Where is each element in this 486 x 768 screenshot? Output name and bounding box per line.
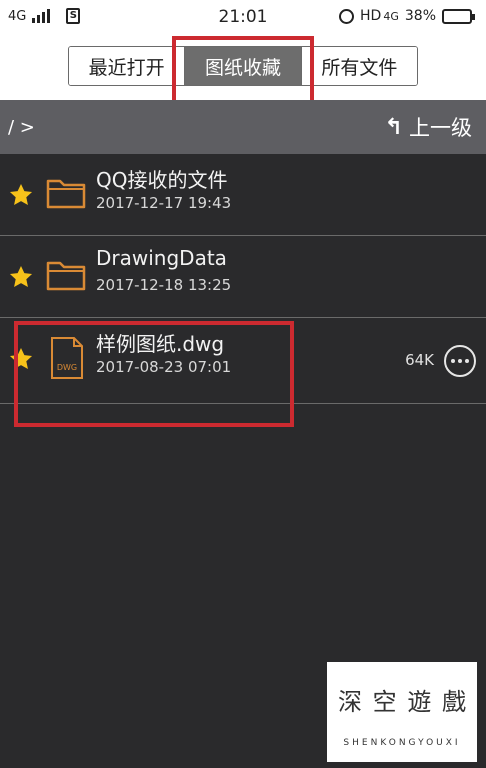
file-date: 2017-12-18 13:25 xyxy=(96,276,232,294)
highlight-box-file xyxy=(14,321,294,427)
up-level-label: 上一级 xyxy=(409,116,472,140)
more-dot xyxy=(451,358,455,363)
alarm-icon xyxy=(339,8,355,24)
more-dot xyxy=(458,358,462,363)
watermark-char: 遊 xyxy=(407,687,432,716)
watermark-logo: 深 空 遊 戲 SHENKONGYOUXI xyxy=(327,662,477,762)
tab-all-files[interactable]: 所有文件 xyxy=(300,47,417,85)
file-name: QQ接收的文件 xyxy=(96,168,228,192)
watermark-chars: 深 空 遊 戲 xyxy=(335,672,469,726)
star-icon[interactable] xyxy=(8,182,34,208)
list-item[interactable]: DrawingData 2017-12-18 13:25 xyxy=(0,236,486,318)
tab-recent[interactable]: 最近打开 xyxy=(69,47,185,85)
hd-indicator: HD xyxy=(360,8,382,24)
path-bar: / > ↰ 上一级 xyxy=(0,100,486,154)
status-bar: 4G S 21:01 HD 4G 38% xyxy=(0,0,486,34)
watermark-char: 戲 xyxy=(441,687,466,716)
folder-icon xyxy=(46,179,86,209)
file-date: 2017-12-17 19:43 xyxy=(96,194,232,212)
watermark-char: 空 xyxy=(372,687,397,716)
file-name: DrawingData xyxy=(96,246,227,270)
battery-percent: 38% xyxy=(404,8,436,24)
folder-icon xyxy=(46,261,86,291)
watermark-char: 深 xyxy=(338,687,362,716)
status-right: HD 4G 38% xyxy=(339,8,475,24)
list-item[interactable]: QQ接收的文件 2017-12-17 19:43 xyxy=(0,154,486,236)
more-dot xyxy=(465,358,469,363)
up-level-button[interactable]: ↰ 上一级 xyxy=(385,112,472,142)
watermark-subtitle: SHENKONGYOUXI xyxy=(343,738,461,748)
more-options-button[interactable] xyxy=(444,344,476,377)
breadcrumb: / > xyxy=(8,116,35,138)
file-size: 64K xyxy=(405,350,434,369)
hd-network: 4G xyxy=(383,9,399,23)
up-arrow-icon: ↰ xyxy=(384,114,403,140)
star-icon[interactable] xyxy=(8,264,34,290)
battery-icon xyxy=(442,8,475,24)
